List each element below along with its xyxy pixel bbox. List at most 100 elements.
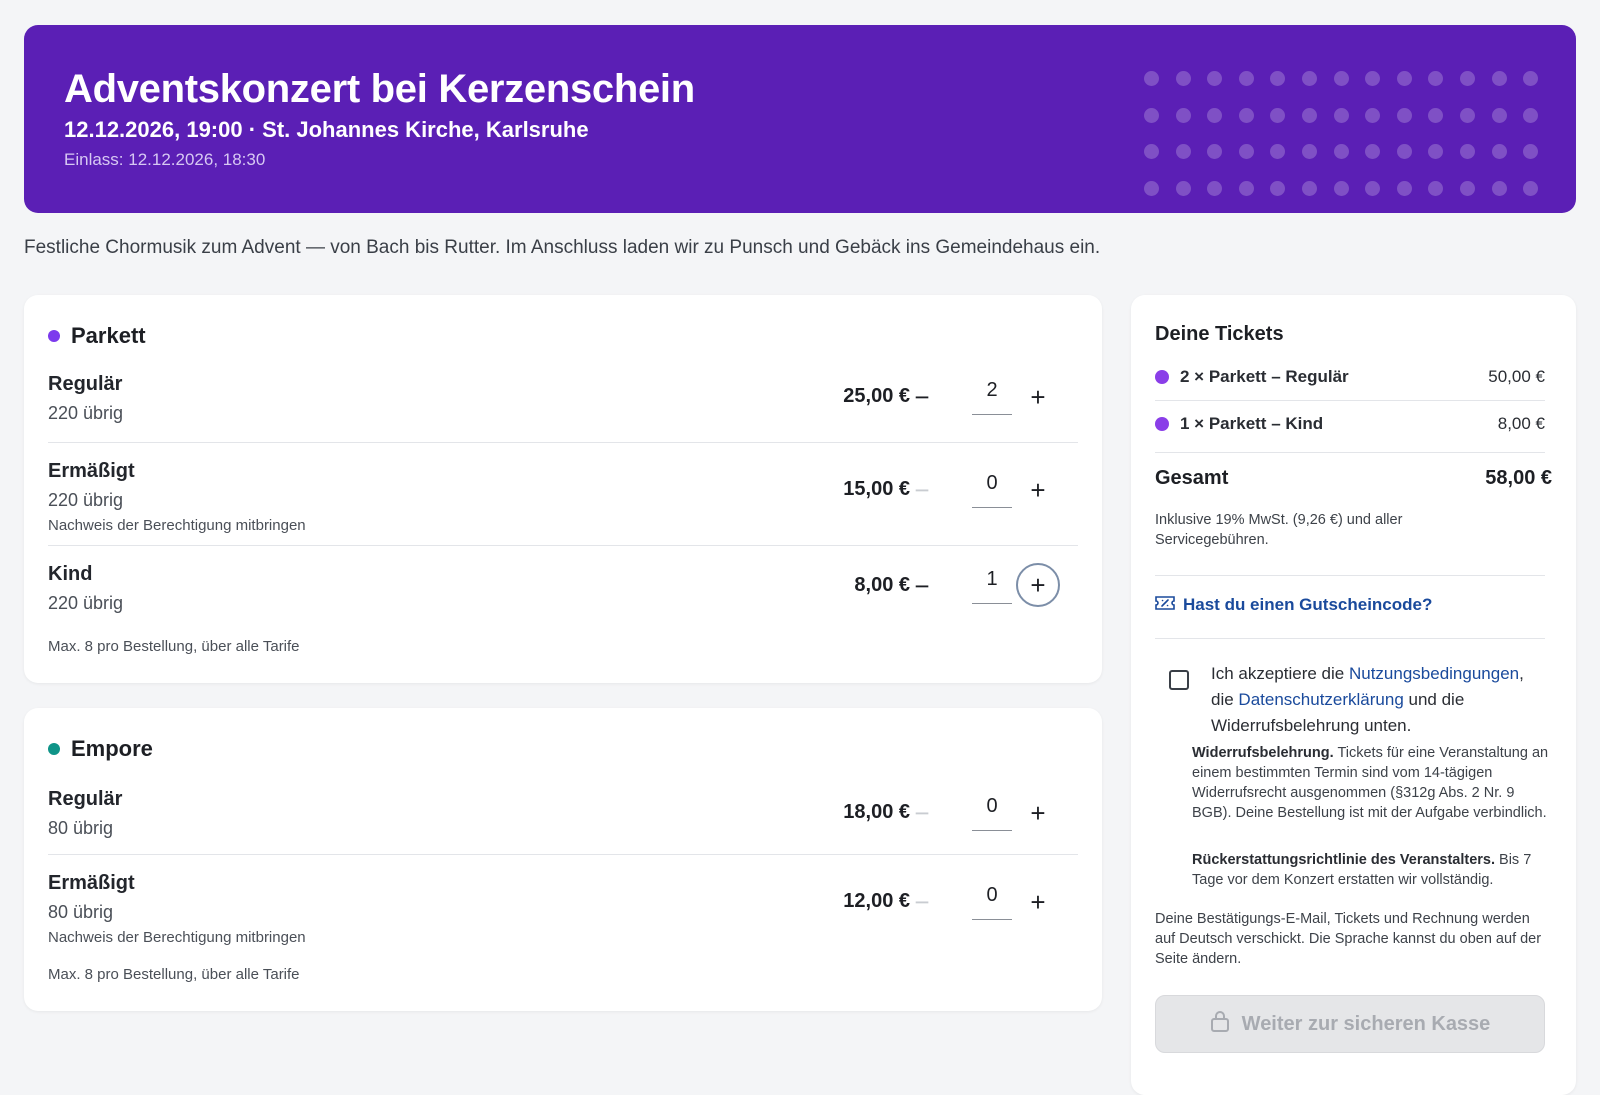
decorative-dot bbox=[1460, 71, 1475, 86]
decorative-dot bbox=[1460, 144, 1475, 159]
voucher-link[interactable]: Hast du einen Gutscheincode? bbox=[1155, 595, 1432, 615]
decorative-dot bbox=[1365, 180, 1381, 196]
ticket-price: 18,00 € bbox=[843, 801, 910, 823]
event-title: Adventskonzert bei Kerzenschein bbox=[64, 67, 695, 111]
decrease-button[interactable]: − bbox=[902, 377, 942, 417]
decrease-button[interactable]: − bbox=[902, 882, 942, 922]
increase-button[interactable]: + bbox=[1018, 470, 1058, 510]
decorative-dot bbox=[1365, 144, 1381, 159]
decorative-dot bbox=[1396, 71, 1412, 86]
section-card-parkett: Parkett Regulär 220 übrig 25,00 € − 2 + … bbox=[24, 295, 1102, 683]
decorative-dot bbox=[1144, 107, 1159, 123]
decorative-dot bbox=[1144, 144, 1159, 159]
summary-divider bbox=[1155, 638, 1545, 639]
terms-text: Ich akzeptiere die Nutzungsbedingungen, … bbox=[1211, 661, 1551, 739]
checkout-button[interactable]: Weiter zur sicheren Kasse bbox=[1155, 995, 1545, 1053]
increase-button[interactable]: + bbox=[1018, 793, 1058, 833]
quantity-field[interactable]: 2 bbox=[972, 373, 1012, 415]
withdrawal-notice: Widerrufsbelehrung. Tickets für eine Ver… bbox=[1192, 743, 1550, 823]
max-per-order-note: Max. 8 pro Bestellung, über alle Tarife bbox=[48, 638, 300, 655]
decorative-dot bbox=[1333, 180, 1349, 196]
terms-checkbox[interactable] bbox=[1169, 670, 1189, 690]
ticket-row: Ermäßigt 220 übrig Nachweis der Berechti… bbox=[48, 460, 1058, 534]
decorative-dot-pattern bbox=[1144, 71, 1544, 213]
privacy-policy-link[interactable]: Datenschutzerklärung bbox=[1238, 690, 1403, 709]
ticket-row: Regulär 80 übrig 18,00 € − 0 + bbox=[48, 788, 1056, 848]
section-color-dot bbox=[48, 330, 60, 342]
decorative-dot bbox=[1396, 107, 1412, 123]
vat-note: Inklusive 19% MwSt. (9,26 €) und aller S… bbox=[1155, 512, 1403, 548]
ticket-note: Nachweis der Berechtigung mitbringen bbox=[48, 929, 306, 946]
summary-divider bbox=[1155, 452, 1545, 453]
ticket-availability: 220 übrig bbox=[48, 403, 124, 423]
decorative-dot bbox=[1491, 180, 1507, 196]
summary-line-label: 1 × Parkett – Kind bbox=[1180, 414, 1324, 433]
ticket-availability: 220 übrig bbox=[48, 490, 124, 510]
ticket-price: 8,00 € bbox=[854, 574, 910, 596]
decorative-dot bbox=[1428, 107, 1444, 123]
ticket-availability: 80 übrig bbox=[48, 818, 114, 838]
summary-divider bbox=[1155, 575, 1545, 576]
decorative-dot bbox=[1207, 107, 1223, 123]
decorative-dot bbox=[1302, 180, 1317, 196]
ticket-row: Kind 220 übrig 8,00 € − 1 + bbox=[48, 562, 1060, 623]
quantity-field[interactable]: 0 bbox=[972, 878, 1012, 920]
quantity-field[interactable]: 0 bbox=[972, 789, 1012, 831]
ticket-price: 12,00 € bbox=[843, 890, 910, 912]
increase-button[interactable]: + bbox=[1016, 563, 1060, 607]
ticket-type-name: Ermäßigt bbox=[48, 872, 135, 894]
ticket-availability: 220 übrig bbox=[48, 593, 124, 613]
summary-divider bbox=[1155, 400, 1545, 401]
decorative-dot bbox=[1333, 71, 1349, 86]
decorative-dot bbox=[1238, 107, 1254, 123]
decorative-dot bbox=[1333, 107, 1349, 123]
decorative-dot bbox=[1270, 107, 1286, 123]
decorative-dot bbox=[1175, 107, 1191, 123]
decorative-dot bbox=[1302, 144, 1317, 159]
decorative-dot bbox=[1428, 71, 1444, 86]
increase-button[interactable]: + bbox=[1018, 882, 1058, 922]
decorative-dot bbox=[1207, 71, 1223, 86]
section-card-empore: Empore Regulär 80 übrig 18,00 € − 0 + Er… bbox=[24, 708, 1102, 1011]
ticket-price: 15,00 € bbox=[843, 478, 910, 500]
withdrawal-title: Widerrufsbelehrung. bbox=[1192, 745, 1334, 761]
ticket-type-name: Regulär bbox=[48, 373, 123, 395]
summary-line: 1 × Parkett – Kind 8,00 € bbox=[1155, 414, 1545, 434]
decorative-dot bbox=[1333, 144, 1349, 159]
section-header: Parkett bbox=[48, 323, 146, 349]
event-header: Adventskonzert bei Kerzenschein 12.12.20… bbox=[24, 25, 1576, 213]
decorative-dot bbox=[1302, 107, 1317, 123]
section-color-dot bbox=[48, 743, 60, 755]
decorative-dot bbox=[1207, 144, 1223, 159]
lock-icon bbox=[1210, 1010, 1242, 1038]
section-title: Empore bbox=[71, 736, 153, 761]
quantity-field[interactable]: 1 bbox=[972, 562, 1012, 604]
decrease-button[interactable]: − bbox=[902, 470, 942, 510]
decrease-button[interactable]: − bbox=[902, 793, 942, 833]
summary-line-label: 2 × Parkett – Regulär bbox=[1180, 367, 1349, 386]
decorative-dot bbox=[1460, 107, 1475, 123]
decorative-dot bbox=[1238, 71, 1254, 86]
decorative-dot bbox=[1144, 180, 1159, 196]
decrease-button[interactable]: − bbox=[902, 566, 942, 606]
ticket-voucher-icon bbox=[1155, 595, 1183, 615]
row-divider bbox=[48, 545, 1078, 546]
quantity-field[interactable]: 0 bbox=[972, 466, 1012, 508]
decorative-dot bbox=[1428, 180, 1444, 196]
decorative-dot bbox=[1523, 144, 1539, 159]
language-note: Deine Bestätigungs-E-Mail, Tickets und R… bbox=[1155, 911, 1542, 967]
event-date-venue: 12.12.2026, 19:00 · St. Johannes Kirche,… bbox=[64, 117, 589, 142]
terms-of-use-link[interactable]: Nutzungsbedingungen bbox=[1349, 664, 1519, 683]
section-header: Empore bbox=[48, 736, 153, 762]
ticket-row: Ermäßigt 80 übrig Nachweis der Berechtig… bbox=[48, 872, 1058, 946]
increase-button[interactable]: + bbox=[1018, 377, 1058, 417]
total-value: 58,00 € bbox=[1485, 467, 1552, 489]
decorative-dot bbox=[1238, 180, 1254, 196]
decorative-dot bbox=[1460, 180, 1475, 196]
event-description: Festliche Chormusik zum Advent — von Bac… bbox=[24, 237, 1101, 258]
section-title: Parkett bbox=[71, 323, 146, 348]
decorative-dot bbox=[1144, 71, 1159, 86]
summary-line: 2 × Parkett – Regulär 50,00 € bbox=[1155, 367, 1545, 387]
total-label: Gesamt bbox=[1155, 467, 1229, 489]
decorative-dot bbox=[1270, 71, 1286, 86]
